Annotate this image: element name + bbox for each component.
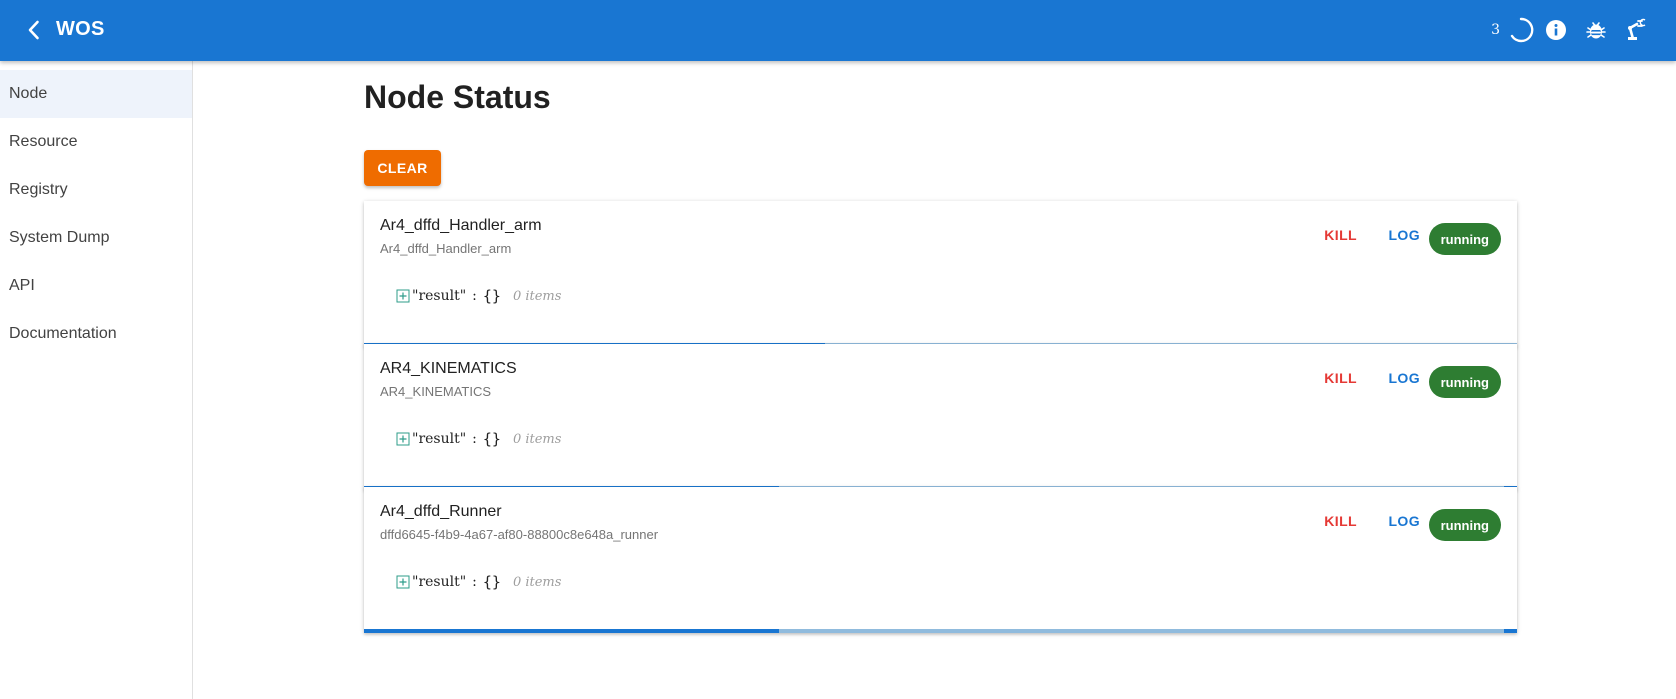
expand-icon[interactable] (396, 289, 410, 303)
sidebar-item-registry[interactable]: Registry (0, 166, 192, 214)
json-item-count: 0 items (512, 431, 562, 447)
json-viewer: "result" : {} 0 items (396, 287, 561, 305)
sidebar-item-documentation[interactable]: Documentation (0, 310, 192, 358)
progress-bar (364, 629, 1517, 633)
node-card: Ar4_dffd_Runner dffd6645-f4b9-4a67-af80-… (364, 487, 1517, 633)
app-title: WOS (56, 18, 105, 40)
json-viewer: "result" : {} 0 items (396, 430, 561, 448)
json-item-count: 0 items (512, 574, 562, 590)
loading-spinner-icon (1510, 17, 1534, 43)
log-button[interactable]: LOG (1388, 227, 1420, 243)
json-key: "result" (412, 288, 467, 304)
node-id: dffd6645-f4b9-4a67-af80-88800c8e648a_run… (380, 527, 659, 542)
node-name: Ar4_dffd_Handler_arm (380, 217, 542, 234)
status-badge: running (1428, 366, 1501, 398)
json-value: {} (482, 573, 501, 591)
chevron-left-icon (28, 20, 39, 40)
sidebar-item-system-dump[interactable]: System Dump (0, 214, 192, 262)
info-button[interactable] (1536, 14, 1576, 46)
json-key: "result" (412, 431, 467, 447)
sidebar-item-resource[interactable]: Resource (0, 118, 192, 166)
json-colon: : (472, 431, 477, 447)
progress-fill (364, 629, 780, 633)
info-icon (1546, 20, 1566, 40)
toolbar-actions: 3 (1491, 14, 1656, 46)
sidebar: Node Resource Registry System Dump API D… (0, 61, 193, 699)
sidebar-item-api[interactable]: API (0, 262, 192, 310)
status-badge: running (1428, 223, 1501, 255)
robot-button[interactable] (1616, 14, 1656, 46)
node-card: AR4_KINEMATICS AR4_KINEMATICS KILL LOG r… (364, 344, 1517, 490)
robot-arm-icon (1628, 18, 1646, 40)
status-badge: running (1428, 509, 1501, 541)
json-item-count: 0 items (512, 288, 562, 304)
kill-button[interactable]: KILL (1324, 513, 1357, 529)
json-colon: : (472, 574, 477, 590)
main-content: Node Status CLEAR Ar4_dffd_Handler_arm A… (193, 61, 1676, 699)
debug-button[interactable] (1576, 14, 1616, 46)
log-button[interactable]: LOG (1388, 370, 1420, 386)
json-key: "result" (412, 574, 467, 590)
kill-button[interactable]: KILL (1324, 227, 1357, 243)
expand-icon[interactable] (396, 432, 410, 446)
node-name: Ar4_dffd_Runner (380, 503, 502, 520)
sidebar-item-node[interactable]: Node (0, 70, 192, 118)
json-colon: : (472, 288, 477, 304)
clear-button[interactable]: CLEAR (364, 150, 441, 186)
expand-icon[interactable] (396, 575, 410, 589)
task-count: 3 (1491, 22, 1500, 38)
node-name: AR4_KINEMATICS (380, 360, 517, 377)
node-card: Ar4_dffd_Handler_arm Ar4_dffd_Handler_ar… (364, 201, 1517, 347)
json-value: {} (482, 430, 501, 448)
json-value: {} (482, 287, 501, 305)
kill-button[interactable]: KILL (1324, 370, 1357, 386)
node-id: AR4_KINEMATICS (380, 384, 492, 399)
sidebar-nav: Node Resource Registry System Dump API D… (0, 70, 192, 358)
log-button[interactable]: LOG (1388, 513, 1420, 529)
progress-end-cap (1504, 629, 1517, 633)
app-bar: WOS 3 (0, 0, 1676, 61)
back-button[interactable] (18, 14, 50, 46)
node-id: Ar4_dffd_Handler_arm (380, 241, 512, 256)
json-viewer: "result" : {} 0 items (396, 573, 561, 591)
page-title: Node Status (364, 79, 551, 115)
bug-icon (1586, 22, 1606, 39)
loading-button[interactable] (1506, 14, 1536, 46)
